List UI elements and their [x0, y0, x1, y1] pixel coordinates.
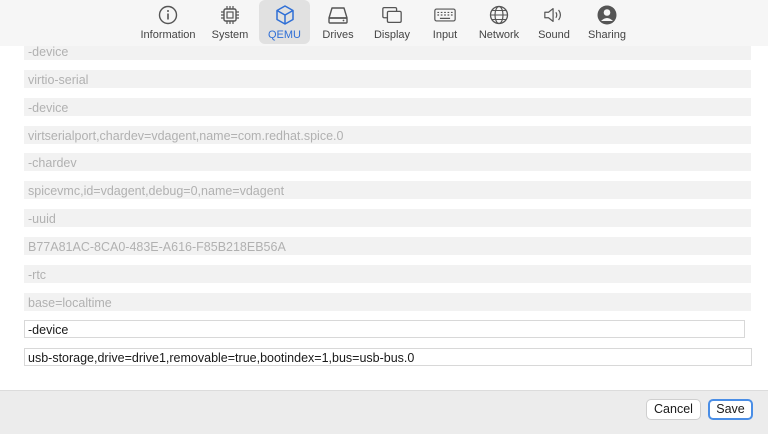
- tab-system[interactable]: System: [208, 0, 252, 44]
- speaker-icon: [543, 4, 565, 26]
- cancel-button[interactable]: Cancel: [646, 399, 701, 420]
- argument-row: virtserialport,chardev=vdagent,name=com.…: [24, 126, 751, 144]
- tab-system-label: System: [211, 29, 249, 41]
- cube-icon: [274, 4, 296, 26]
- tab-qemu-label: QEMU: [268, 29, 301, 41]
- tab-input-label: Input: [432, 29, 458, 41]
- tab-information-label: Information: [140, 29, 196, 41]
- globe-icon: [488, 4, 510, 26]
- tab-sharing[interactable]: Sharing: [585, 0, 629, 44]
- qemu-arguments-list: -device virtio-serial -device virtserial…: [0, 46, 768, 390]
- argument-field[interactable]: -device: [24, 320, 745, 338]
- argument-row: virtio-serial: [24, 70, 751, 88]
- tab-network-label: Network: [478, 29, 520, 41]
- tab-sound-label: Sound: [538, 29, 570, 41]
- drive-icon: [327, 4, 349, 26]
- argument-field[interactable]: usb-storage,drive=drive1,removable=true,…: [24, 348, 752, 366]
- tab-drives-label: Drives: [322, 29, 354, 41]
- tab-sharing-label: Sharing: [588, 29, 626, 41]
- tab-drives[interactable]: Drives: [318, 0, 358, 44]
- cpu-icon: [219, 4, 241, 26]
- argument-row: spicevmc,id=vdagent,debug=0,name=vdagent: [24, 181, 751, 199]
- argument-row: base=localtime: [24, 293, 751, 311]
- argument-row: -chardev: [24, 153, 751, 171]
- tab-display-label: Display: [373, 29, 411, 41]
- person-icon: [596, 4, 618, 26]
- tab-input[interactable]: Input: [425, 0, 465, 44]
- tab-network[interactable]: Network: [476, 0, 522, 44]
- keyboard-icon: [434, 4, 456, 26]
- argument-row: -uuid: [24, 209, 751, 227]
- argument-row: -device: [24, 46, 751, 60]
- argument-row: -rtc: [24, 265, 751, 283]
- tab-information[interactable]: Information: [138, 0, 198, 44]
- argument-row: B77A81AC-8CA0-483E-A616-F85B218EB56A: [24, 237, 751, 255]
- tab-display[interactable]: Display: [370, 0, 414, 44]
- info-icon: [157, 4, 179, 26]
- footer-divider: [0, 390, 768, 391]
- tab-qemu[interactable]: QEMU: [259, 0, 310, 44]
- save-button[interactable]: Save: [708, 399, 753, 420]
- tab-sound[interactable]: Sound: [535, 0, 573, 44]
- settings-toolbar: Information System QEMU Drives Display I…: [0, 0, 768, 46]
- argument-row: -device: [24, 98, 751, 116]
- display-icon: [381, 4, 403, 26]
